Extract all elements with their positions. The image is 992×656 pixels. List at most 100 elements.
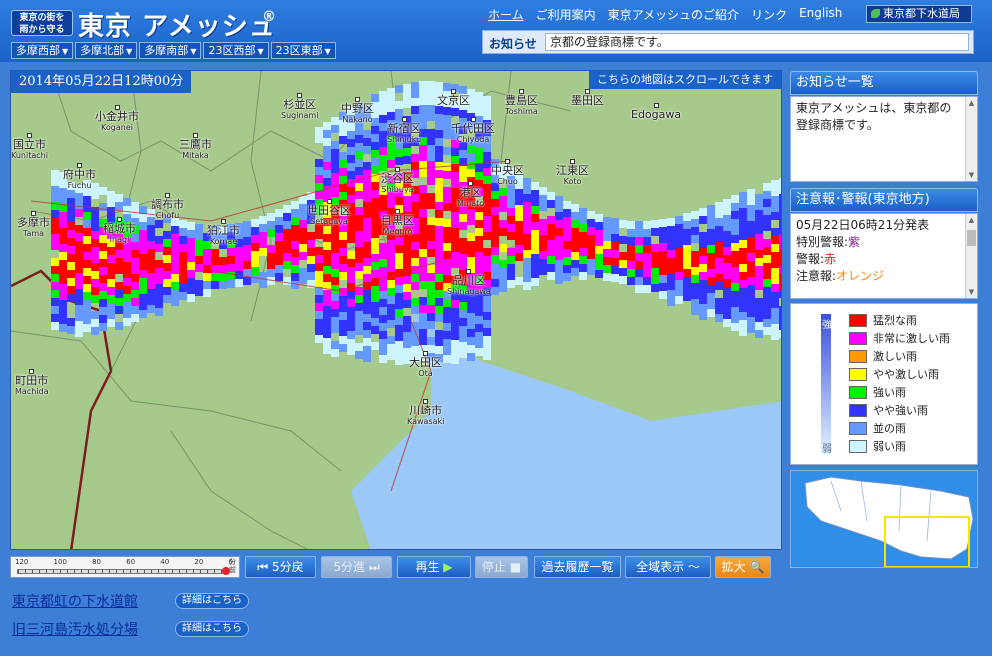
nav-guide[interactable]: ご利用案内 — [536, 6, 596, 23]
rain-legend: 強 弱 猛烈な雨 非常に激しい雨 激しい雨 やや激しい雨 強い雨 やや強い雨 並の雨 弱い雨 — [790, 303, 978, 465]
back-5min-button[interactable]: ⏮ 5分戻 — [245, 556, 316, 578]
rain-cell — [643, 261, 651, 269]
rain-cell — [555, 220, 563, 228]
rain-cell — [483, 208, 491, 216]
place-name-en: Fuchu — [67, 181, 92, 190]
rain-cell — [451, 300, 459, 308]
timeline-track[interactable] — [17, 569, 229, 574]
rain-cell — [771, 212, 779, 220]
rain-cell — [611, 258, 619, 266]
rain-cell — [443, 235, 451, 243]
rain-cell — [243, 261, 251, 269]
rain-cell — [75, 273, 83, 281]
zoom-button[interactable]: 拡大 🔍 — [715, 556, 771, 578]
rain-cell — [387, 296, 395, 304]
rain-cell — [347, 227, 355, 235]
rain-cell — [323, 322, 331, 330]
timeline-slider[interactable]: 120 100 80 60 40 20 0 分前 — [10, 556, 240, 578]
rain-radar-map[interactable]: 2014年05月22日12時00分 こちらの地図はスクロールできます 杉並区 Su… — [10, 70, 782, 550]
area-tab-23ku-west[interactable]: 23区西部 ▼ — [203, 42, 269, 59]
scroll-up-icon[interactable]: ▲ — [966, 214, 977, 226]
rain-cell — [179, 284, 187, 292]
scroll-thumb[interactable] — [967, 230, 976, 246]
rain-cell — [91, 191, 99, 199]
rain-cell — [315, 247, 323, 255]
tokyo-minimap[interactable] — [790, 470, 978, 568]
rain-cell — [483, 104, 491, 112]
rain-cell — [155, 260, 163, 268]
rain-cell — [427, 201, 435, 209]
rain-cell — [483, 232, 491, 240]
rain-cell — [115, 202, 123, 210]
area-tab-tama-south[interactable]: 多摩南部 ▼ — [139, 42, 202, 59]
rain-cell — [59, 268, 67, 276]
rain-cell — [419, 145, 427, 153]
rain-cell — [99, 291, 107, 299]
notice-scrollbar[interactable]: ▲ ▼ — [965, 97, 977, 181]
rain-cell — [435, 290, 443, 298]
area-tab-tama-west[interactable]: 多摩西部 ▼ — [11, 42, 74, 59]
nav-english[interactable]: English — [799, 6, 842, 23]
rain-cell — [203, 257, 211, 265]
rain-cell — [443, 131, 451, 139]
rain-cell — [59, 244, 67, 252]
rain-cell — [323, 266, 331, 274]
nav-links[interactable]: リンク — [751, 6, 787, 23]
rain-cell — [139, 286, 147, 294]
rain-cell — [467, 337, 475, 345]
scroll-down-icon[interactable]: ▼ — [966, 169, 977, 181]
rain-cell — [595, 246, 603, 254]
forward-5min-button[interactable]: 5分進 ⏭ — [321, 556, 392, 578]
rain-cell — [307, 248, 315, 256]
rain-cell — [355, 295, 363, 303]
rain-cell — [499, 220, 507, 228]
rain-cell — [723, 223, 731, 231]
rain-cell — [515, 205, 523, 213]
rain-cell — [747, 221, 755, 229]
rain-cell — [611, 250, 619, 258]
place-name: 墨田区 — [571, 94, 604, 107]
scroll-up-icon[interactable]: ▲ — [966, 97, 977, 109]
area-tab-tama-north[interactable]: 多摩北部 ▼ — [75, 42, 138, 59]
rain-cell — [515, 253, 523, 261]
rain-cell — [419, 169, 427, 177]
rain-cell — [483, 312, 491, 320]
site-logo[interactable]: 東京 アメッシュ — [78, 6, 276, 43]
details-button[interactable]: 詳細はこちら — [175, 593, 249, 609]
stop-button[interactable]: 停止 ■ — [475, 556, 528, 578]
rain-cell — [483, 256, 491, 264]
rain-cell — [171, 226, 179, 234]
rain-cell — [251, 251, 259, 259]
minimap-canvas — [804, 476, 974, 567]
rain-cell — [755, 258, 763, 266]
warnings-scrollbar[interactable]: ▲ ▼ — [965, 214, 977, 298]
rain-cell — [571, 252, 579, 260]
rain-cell — [179, 260, 187, 268]
rain-cell — [707, 309, 715, 317]
rain-cell — [507, 248, 515, 256]
rain-cell — [739, 192, 747, 200]
full-view-button[interactable]: 全域表示 〜 — [625, 556, 711, 578]
area-tab-23ku-east[interactable]: 23区東部 ▼ — [270, 42, 336, 59]
facility-link[interactable]: 東京都虹の下水道館 — [12, 594, 138, 610]
nav-about[interactable]: 東京アメッシュのご紹介 — [608, 6, 739, 23]
rain-cell — [387, 240, 395, 248]
notice-list-text: 東京アメッシュは、東京都の登録商標です。 — [796, 101, 952, 132]
rain-cell — [419, 185, 427, 193]
rain-cell — [395, 325, 403, 333]
bureau-link[interactable]: 東京都下水道局 — [866, 5, 972, 23]
details-button[interactable]: 詳細はこちら — [175, 621, 249, 637]
rain-cell — [427, 105, 435, 113]
play-button[interactable]: 再生 ▶ — [397, 556, 471, 578]
scroll-down-icon[interactable]: ▼ — [966, 286, 977, 298]
rain-cell — [163, 255, 171, 263]
rain-cell — [323, 250, 331, 258]
facility-link[interactable]: 旧三河島汚水処分場 — [12, 622, 138, 638]
nav-home[interactable]: ホーム — [488, 6, 524, 23]
rain-cell — [107, 199, 115, 207]
rain-cell — [579, 256, 587, 264]
history-list-button[interactable]: 過去履歴一覧 — [534, 556, 621, 578]
rain-cell — [211, 257, 219, 265]
rain-cell — [83, 252, 91, 260]
rain-cell — [67, 262, 75, 270]
